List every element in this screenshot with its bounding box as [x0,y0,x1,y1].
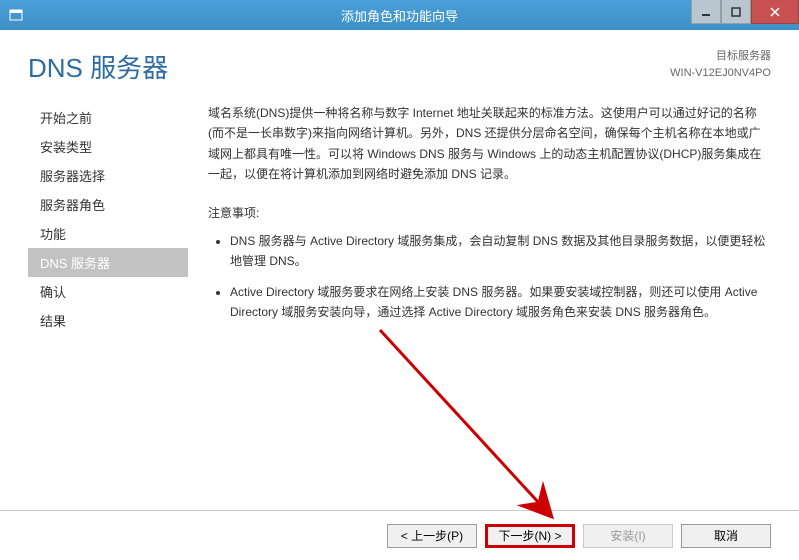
next-button[interactable]: 下一步(N) > [485,524,575,548]
notes-list: DNS 服务器与 Active Directory 域服务集成，会自动复制 DN… [208,231,771,323]
target-label: 目标服务器 [670,48,771,65]
cancel-button[interactable]: 取消 [681,524,771,548]
sidebar-item-install-type[interactable]: 安装类型 [28,132,188,161]
sidebar-item-server-roles[interactable]: 服务器角色 [28,190,188,219]
header: DNS 服务器 目标服务器 WIN-V12EJ0NV4PO [0,30,799,95]
maximize-button[interactable] [721,0,751,24]
page-title: DNS 服务器 [28,48,168,85]
sidebar-item-confirm[interactable]: 确认 [28,277,188,306]
window-title: 添加角色和功能向导 [341,6,458,25]
close-button[interactable] [751,0,799,24]
app-icon [8,7,24,23]
button-bar: < 上一步(P) 下一步(N) > 安装(I) 取消 [0,510,799,560]
target-info: 目标服务器 WIN-V12EJ0NV4PO [670,48,771,81]
window-controls [691,0,799,30]
sidebar: 开始之前 安装类型 服务器选择 服务器角色 功能 DNS 服务器 确认 结果 [28,95,188,533]
main-body: 开始之前 安装类型 服务器选择 服务器角色 功能 DNS 服务器 确认 结果 域… [0,95,799,533]
titlebar: 添加角色和功能向导 [0,0,799,30]
install-button: 安装(I) [583,524,673,548]
intro-text: 域名系统(DNS)提供一种将名称与数字 Internet 地址关联起来的标准方法… [208,103,771,185]
prev-button[interactable]: < 上一步(P) [387,524,477,548]
note-item: Active Directory 域服务要求在网络上安装 DNS 服务器。如果要… [230,282,771,323]
sidebar-item-features[interactable]: 功能 [28,219,188,248]
sidebar-item-before-begin[interactable]: 开始之前 [28,103,188,132]
sidebar-item-server-select[interactable]: 服务器选择 [28,161,188,190]
sidebar-item-dns-server[interactable]: DNS 服务器 [28,248,188,277]
sidebar-item-results[interactable]: 结果 [28,306,188,335]
target-name: WIN-V12EJ0NV4PO [670,65,771,82]
minimize-button[interactable] [691,0,721,24]
main-content: 域名系统(DNS)提供一种将名称与数字 Internet 地址关联起来的标准方法… [188,95,771,533]
note-item: DNS 服务器与 Active Directory 域服务集成，会自动复制 DN… [230,231,771,272]
notes-label: 注意事项: [208,203,771,223]
